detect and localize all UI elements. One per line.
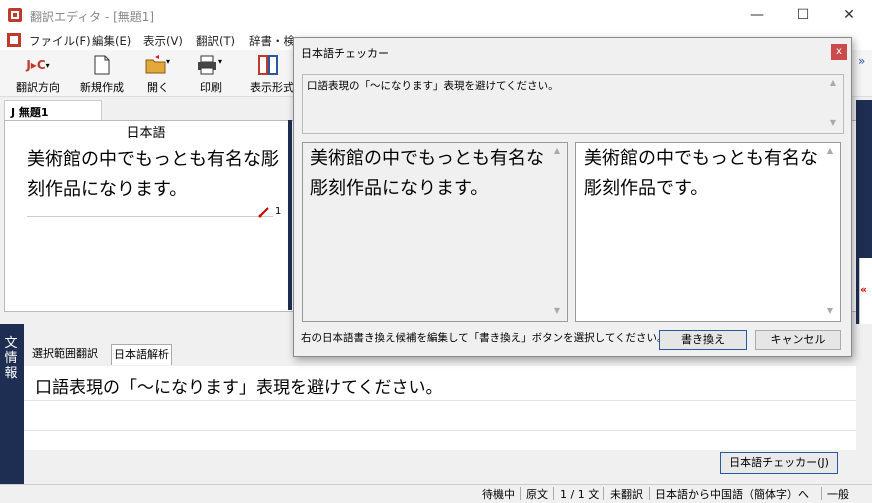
dialog-close-button[interactable]: x (831, 44, 847, 60)
scroll-down-icon[interactable]: ▼ (823, 306, 837, 315)
direction-icon: J▸C ▾ (26, 58, 50, 72)
menu-dictionary[interactable]: 辞書・検 (249, 33, 295, 49)
display-format-icon (248, 54, 296, 76)
direction-label: 翻訳方向 (16, 81, 60, 94)
translation-direction-button[interactable]: J▸C ▾ 翻訳方向 (10, 54, 66, 94)
edit-mark-icon (258, 206, 270, 221)
minimize-button[interactable]: — (734, 0, 780, 30)
info-panel-label: 文情報 (4, 336, 18, 381)
rewrite-button[interactable]: 書き換え (659, 330, 747, 350)
scroll-down-icon[interactable]: ▼ (826, 118, 840, 127)
new-document-label: 新規作成 (80, 81, 124, 94)
tab-selection-translation[interactable]: 選択範囲翻訳 (30, 344, 100, 364)
status-translation: 未翻訳 (610, 488, 643, 501)
app-icon (7, 7, 23, 23)
new-document-button[interactable]: 新規作成 (74, 54, 130, 94)
scroll-down-icon[interactable]: ▼ (550, 306, 564, 315)
folder-open-icon: ▾ (138, 54, 178, 76)
printer-icon: ▾ (190, 54, 232, 76)
display-format-button[interactable]: 表示形式 (248, 54, 296, 94)
scroll-up-icon[interactable]: ▲ (550, 146, 564, 155)
scroll-up-icon[interactable]: ▲ (826, 78, 840, 87)
app-menu-icon[interactable] (7, 33, 21, 47)
line-number: 1 (275, 206, 282, 217)
open-label: 開く (147, 81, 169, 94)
source-text[interactable]: 美術館の中でもっとも有名な彫刻作品になります。 (27, 145, 287, 205)
dialog-message: 口語表現の「〜になります」表現を避けてください。 (307, 80, 559, 92)
status-separator (520, 487, 521, 500)
scroll-up-icon[interactable]: ▲ (823, 146, 837, 155)
status-separator (603, 487, 604, 500)
window-title: 翻訳エディタ - [無題1] (30, 10, 155, 24)
document-tab[interactable]: J 無題1 (4, 100, 102, 121)
toolbar-overflow-button[interactable]: » (858, 54, 865, 68)
status-field: 一般 (827, 488, 849, 501)
pane-splitter[interactable] (288, 120, 292, 310)
sentence-divider (27, 216, 273, 217)
print-label: 印刷 (200, 81, 222, 94)
menu-edit[interactable]: 編集(E) (92, 33, 131, 49)
status-separator (553, 487, 554, 500)
cancel-button[interactable]: キャンセル (755, 330, 841, 350)
maximize-button[interactable]: ☐ (780, 0, 826, 30)
menu-view[interactable]: 表示(V) (143, 33, 183, 49)
source-language-header: 日本語 (126, 126, 166, 141)
collapse-icon[interactable]: « (860, 283, 867, 296)
dialog-title: 日本語チェッカー (301, 47, 389, 60)
analysis-message: 口語表現の「〜になります」表現を避けてください。 (35, 378, 443, 398)
svg-text:▾: ▾ (166, 57, 170, 66)
open-button[interactable]: ▾ 開く (138, 54, 178, 94)
original-text: 美術館の中でもっとも有名な彫刻作品になります。 (310, 148, 544, 199)
row-divider (24, 430, 856, 431)
tab-japanese-analysis[interactable]: 日本語解析 (111, 344, 172, 365)
status-mode: 原文 (526, 488, 548, 501)
close-button[interactable]: ✕ (826, 0, 872, 30)
status-separator (821, 487, 822, 500)
japanese-checker-button[interactable]: 日本語チェッカー(J) (720, 452, 838, 474)
status-direction: 日本語から中国語（簡体字）へ (655, 488, 809, 501)
candidate-text[interactable]: 美術館の中でもっとも有名な彫刻作品です。 (584, 144, 822, 204)
status-separator (649, 487, 650, 500)
menu-file[interactable]: ファイル(F) (29, 33, 91, 49)
menu-translate[interactable]: 翻訳(T) (196, 33, 235, 49)
row-divider (24, 400, 856, 401)
svg-text:▾: ▾ (218, 57, 222, 66)
document-tab-label: J 無題1 (11, 106, 49, 119)
print-button[interactable]: ▾ 印刷 (190, 54, 232, 94)
new-document-icon (74, 54, 130, 76)
display-format-label: 表示形式 (250, 81, 294, 94)
status-state: 待機中 (482, 488, 515, 501)
dialog-instruction: 右の日本語書き換え候補を編集して「書き換え」ボタンを選択してください。 (301, 332, 668, 344)
status-position: 1 / 1 文 (560, 488, 600, 501)
